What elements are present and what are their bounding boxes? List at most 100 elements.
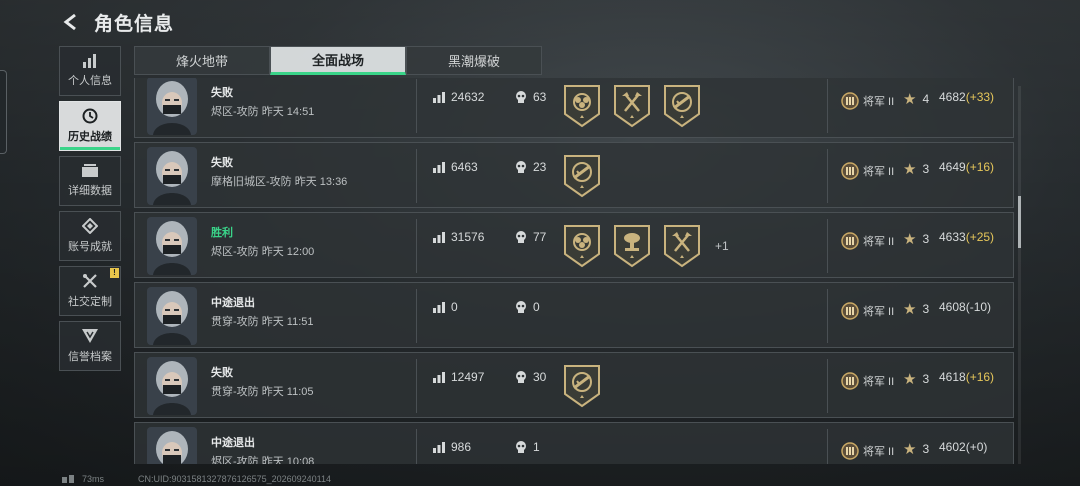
star-count: 3 — [922, 232, 930, 246]
match-result: 中途退出 — [211, 437, 255, 449]
match-score: 6463 — [433, 160, 478, 174]
points-value: 4649 — [939, 160, 966, 174]
rank-info: 将军 II — [841, 302, 894, 320]
side-drawer-handle[interactable] — [0, 70, 7, 154]
avatar[interactable] — [147, 217, 197, 275]
rank-info: 将军 II — [841, 372, 894, 390]
column-divider — [416, 149, 417, 203]
rank-name: 将军 II — [863, 306, 895, 318]
network-status: 73ms — [62, 474, 104, 484]
sidebar-item-label: 社交定制 — [68, 296, 112, 308]
points-delta: (+16) — [965, 370, 995, 384]
sidebar-item-detailed-data[interactable]: 详细数据 — [59, 156, 121, 206]
points-delta: (+16) — [965, 160, 995, 174]
kills-value: 1 — [533, 440, 540, 454]
match-history-list: 失败 烬区-攻防 昨天 14:51 24632 63 将军 II ★ 4 4682(+33) 失… — [134, 78, 1014, 464]
sidebar-item-reputation[interactable]: 信誉档案 — [59, 321, 121, 371]
rank-emblem-icon — [841, 302, 859, 320]
match-score: 986 — [433, 440, 471, 454]
match-map-time: 烬区-攻防 昨天 10:08 — [211, 456, 315, 464]
medal-rifle-icon[interactable] — [663, 84, 701, 128]
medal-list — [563, 78, 701, 136]
ping-value: 73ms — [82, 474, 105, 484]
score-icon — [433, 371, 445, 383]
column-divider — [827, 289, 828, 343]
medal-rifle-icon[interactable] — [563, 154, 601, 198]
medal-rifle-icon[interactable] — [563, 364, 601, 408]
star-count: 3 — [922, 302, 930, 316]
avatar[interactable] — [147, 287, 197, 345]
points-value: 4633 — [939, 230, 966, 244]
scrollbar[interactable] — [1018, 86, 1021, 464]
column-divider — [416, 429, 417, 464]
rank-stars: ★ 4 — [903, 90, 929, 108]
sidebar-item-label: 账号成就 — [68, 241, 112, 253]
match-row[interactable]: 失败 烬区-攻防 昨天 14:51 24632 63 将军 II ★ 4 4682(+33) — [134, 78, 1014, 138]
match-row[interactable]: 中途退出 贯穿-攻防 昨天 11:51 0 0 将军 II ★ 3 4608(-10) — [134, 282, 1014, 348]
sidebar-item-history[interactable]: 历史战绩 — [59, 101, 121, 151]
match-row[interactable]: 中途退出烬区-攻防 昨天 10:08 986 1 将军 II ★ 3 4602(+0) — [134, 422, 1014, 464]
medal-blast-icon[interactable] — [613, 224, 651, 268]
medal-roses-icon[interactable] — [563, 84, 601, 128]
star-icon: ★ — [903, 91, 917, 108]
rank-info: 将军 II — [841, 442, 894, 460]
tab-hazard-zone[interactable]: 烽火地带 — [134, 46, 270, 75]
avatar[interactable] — [147, 357, 197, 415]
score-value: 12497 — [451, 370, 485, 384]
match-result: 失败 — [211, 367, 233, 379]
sidebar-item-social[interactable]: ! 社交定制 — [59, 266, 121, 316]
sidebar-item-label: 信誉档案 — [68, 351, 112, 363]
medal-list — [563, 146, 601, 206]
match-result: 失败 — [211, 87, 233, 99]
match-result: 失败 — [211, 157, 233, 169]
medal-axes-icon[interactable] — [663, 224, 701, 268]
score-value: 24632 — [451, 90, 485, 104]
rank-points: 4633(+25) — [939, 230, 994, 244]
tab-black-tide[interactable]: 黑潮爆破 — [406, 46, 542, 75]
rank-points: 4608(-10) — [939, 300, 991, 314]
sidebar-item-achievements[interactable]: 账号成就 — [59, 211, 121, 261]
star-count: 3 — [922, 442, 930, 456]
rank-emblem-icon — [841, 162, 859, 180]
rank-info: 将军 II — [841, 232, 894, 250]
player-avatar-image — [147, 287, 197, 345]
column-divider — [416, 79, 417, 133]
notification-badge: ! — [110, 268, 119, 278]
match-score: 31576 — [433, 230, 484, 244]
match-row[interactable]: 失败 摩格旧城区-攻防 昨天 13:36 6463 23 将军 II ★ 3 4649(+16… — [134, 142, 1014, 208]
avatar[interactable] — [147, 78, 197, 135]
medal-roses-icon[interactable] — [563, 224, 601, 268]
tools-icon — [83, 274, 97, 288]
match-row[interactable]: 胜利 烬区-攻防 昨天 12:00 31576 77 +1 将军 II ★ 3 4633(+25… — [134, 212, 1014, 278]
sidebar-item-personal-info[interactable]: 个人信息 — [59, 46, 121, 96]
avatar[interactable] — [147, 427, 197, 464]
match-map-time: 烬区-攻防 昨天 14:51 — [211, 106, 315, 118]
medal-axes-icon[interactable] — [613, 84, 651, 128]
rank-emblem-icon — [841, 232, 859, 250]
tab-all-out-warfare[interactable]: 全面战场 — [270, 46, 406, 75]
match-row[interactable]: 失败 贯穿-攻防 昨天 11:05 12497 30 将军 II ★ 3 4618(+16) — [134, 352, 1014, 418]
player-avatar-image — [147, 78, 197, 135]
scrollbar-thumb[interactable] — [1018, 196, 1021, 248]
user-uid: CN:UID:9031581327876126575_202609240114 — [138, 474, 332, 484]
star-count: 3 — [922, 372, 930, 386]
skull-icon — [516, 231, 526, 243]
rank-info: 将军 II — [841, 92, 894, 110]
score-value: 0 — [451, 300, 458, 314]
score-icon — [433, 441, 445, 453]
star-icon: ★ — [903, 441, 917, 458]
back-button[interactable] — [60, 11, 82, 33]
avatar[interactable] — [147, 147, 197, 205]
points-value: 4682 — [939, 90, 966, 104]
sidebar-item-label: 详细数据 — [68, 185, 112, 197]
more-medals-count[interactable]: +1 — [715, 239, 729, 253]
sidebar-item-label: 个人信息 — [68, 75, 112, 87]
rank-stars: ★ 3 — [903, 230, 929, 248]
rank-stars: ★ 3 — [903, 160, 929, 178]
rank-emblem-icon — [841, 92, 859, 110]
rank-points: 4602(+0) — [939, 440, 987, 454]
kills-value: 0 — [533, 300, 540, 314]
match-kills: 23 — [515, 160, 546, 174]
rank-name: 将军 II — [863, 96, 895, 108]
points-delta: (+25) — [965, 230, 995, 244]
